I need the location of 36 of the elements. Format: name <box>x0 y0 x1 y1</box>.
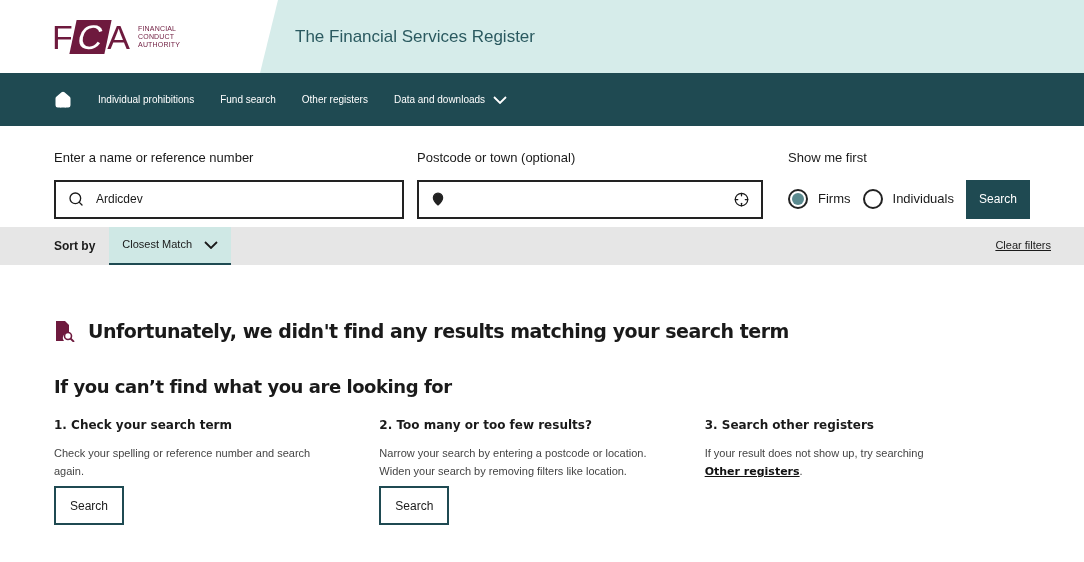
nav-link[interactable]: Individual prohibitions <box>98 92 195 107</box>
radio-label: Firms <box>818 190 851 209</box>
radio-button[interactable] <box>862 189 883 209</box>
location-field[interactable] <box>417 179 764 219</box>
sort-label: Sort by <box>54 237 96 255</box>
chevron-down-icon <box>204 240 219 249</box>
field-label: Postcode or town (optional) <box>417 149 577 167</box>
nav-link[interactable]: Data and downloads <box>393 92 508 107</box>
radio-label: Individuals <box>892 190 954 209</box>
field-label: Show me first <box>788 149 868 167</box>
help-title: 1. Check your search term <box>54 417 232 434</box>
clear-filters-link[interactable]: Clear filters <box>995 237 1051 254</box>
name-search-field[interactable]: Ardicdev <box>54 179 404 219</box>
search-button[interactable]: Search <box>379 486 450 525</box>
nav-link[interactable]: Other registers <box>301 92 368 107</box>
help-title: 3. Search other registers <box>704 417 874 434</box>
no-results-heading: Unfortunately, we didn't find any results matching your search term <box>88 318 789 344</box>
search-icon <box>68 191 84 207</box>
sort-dropdown[interactable]: Closest Match <box>109 226 232 265</box>
help-text: Narrow your search by entering a postcode or location. Widen your search by removing filters like location. <box>379 446 648 479</box>
radio-button[interactable] <box>788 189 809 209</box>
site-title: The Financial Services Register <box>295 25 535 48</box>
nav-link[interactable]: Fund search <box>220 92 276 107</box>
search-button[interactable]: Search <box>54 486 125 525</box>
chevron-down-icon <box>493 95 508 104</box>
document-search-icon <box>54 319 76 342</box>
help-text: If your result does not show up, try searching Other registers. <box>704 446 925 480</box>
search-button[interactable]: Search <box>965 179 1030 219</box>
help-heading: If you can’t find what you are looking for <box>54 375 453 399</box>
field-label: Enter a name or reference number <box>54 149 255 167</box>
help-title: 2. Too many or too few results? <box>379 417 592 434</box>
other-registers-link[interactable]: Other registers <box>704 465 800 478</box>
location-pin-icon <box>431 192 445 206</box>
home-icon[interactable] <box>54 90 72 109</box>
help-text: Check your spelling or reference number and search again. <box>54 446 312 479</box>
crosshair-icon[interactable] <box>734 191 750 207</box>
